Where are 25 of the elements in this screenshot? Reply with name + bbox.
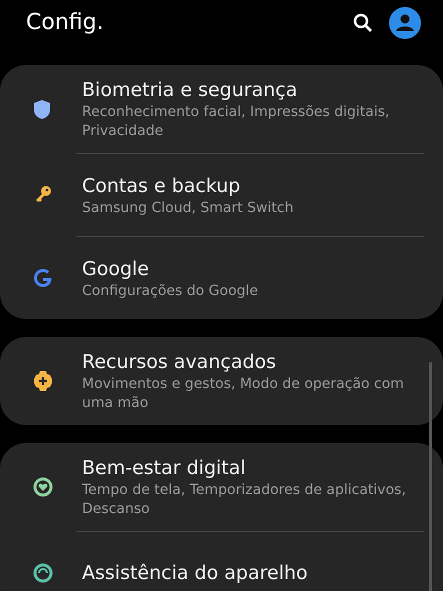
settings-item[interactable]: Biometria e segurança Reconhecimento facial, Impressões digitais, Privacidade: [0, 65, 443, 153]
letter-g-icon: [33, 267, 53, 289]
avatar-icon[interactable]: [389, 6, 421, 38]
item-subtitle: Reconhecimento facial, Impressões digitais, Privacidade: [82, 103, 390, 141]
page-title: Config.: [26, 10, 105, 35]
settings-item[interactable]: Bem-estar digital Tempo de tela, Temporizadores de aplicativos, Descanso: [0, 443, 443, 531]
item-title: Recursos avançados: [82, 350, 278, 375]
search-icon[interactable]: [353, 12, 373, 32]
settings-item[interactable]: Assistência do aparelho: [0, 532, 443, 591]
settings-item[interactable]: Contas e backup Samsung Cloud, Smart Switch: [0, 154, 443, 236]
item-title: Assistência do aparelho: [82, 561, 308, 586]
item-subtitle: Movimentos e gestos, Modo de operação com uma mão: [82, 375, 405, 413]
shield-icon: [33, 98, 53, 120]
item-subtitle: Configurações do Google: [82, 282, 258, 300]
settings-item[interactable]: Recursos avançados Movimentos e gestos, Modo de operação com uma mão: [0, 337, 443, 425]
item-subtitle: Samsung Cloud, Smart Switch: [82, 198, 294, 218]
settings-item[interactable]: Google Configurações do Google: [0, 237, 443, 319]
item-title: Contas e backup: [82, 174, 242, 198]
item-title: Bem-estar digital: [82, 456, 247, 481]
heart-ring-icon: [33, 476, 53, 498]
item-subtitle: Tempo de tela, Temporizadores de aplicativos, Descanso: [82, 481, 407, 519]
item-title: Biometria e segurança: [82, 78, 298, 103]
gear-plus-icon: [33, 370, 53, 392]
item-title: Google: [82, 256, 150, 282]
refresh-ring-icon: [33, 562, 53, 584]
